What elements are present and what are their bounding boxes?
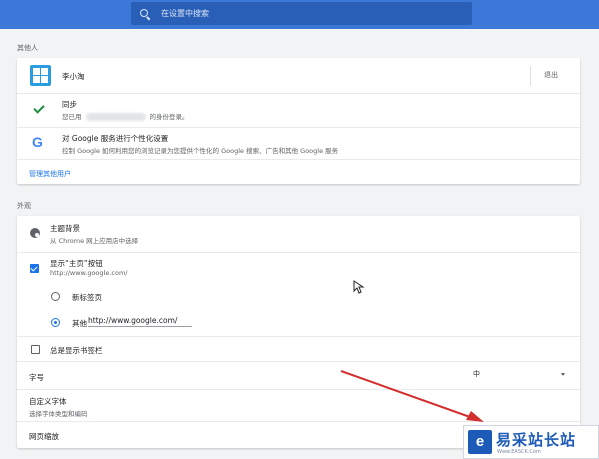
watermark: e 易采站长站 Www.EASCK.Com xyxy=(463,425,599,459)
watermark-subtitle: Www.EASCK.Com xyxy=(497,449,541,455)
annotation-arrow xyxy=(340,370,484,422)
watermark-title: 易采站长站 xyxy=(496,431,577,449)
watermark-logo-icon: e xyxy=(468,430,492,454)
